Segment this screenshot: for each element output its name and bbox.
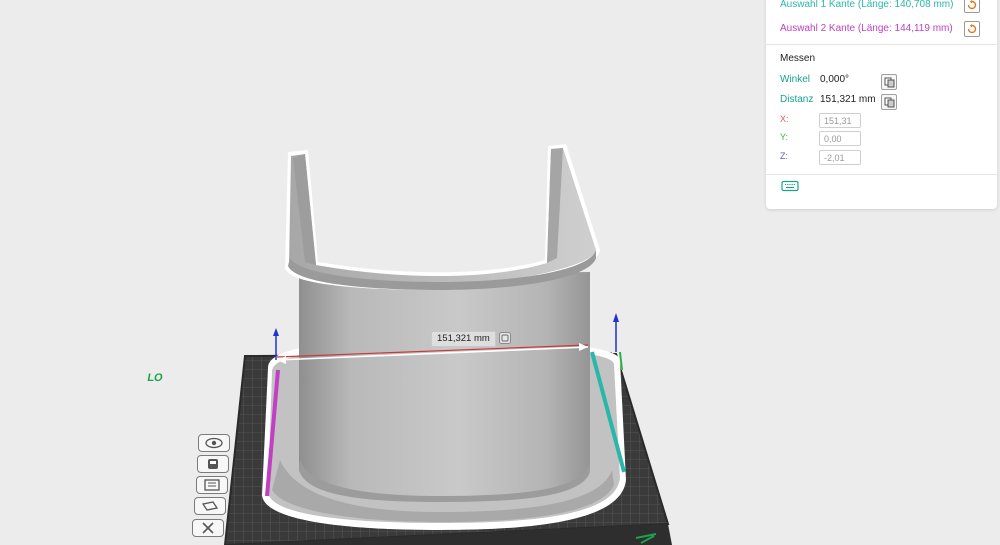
layers-button[interactable] [194,497,226,515]
plate-button[interactable] [196,476,228,494]
panel-divider-bottom [766,174,997,175]
layers-icon [201,501,219,511]
y-input[interactable] [819,131,861,146]
x-label: X: [780,114,789,124]
angle-value: 0,000° [820,74,850,85]
distance-label: Distanz [780,94,814,105]
x-input[interactable] [819,113,861,128]
selection-1-description: Kante (Länge: 140,708 mm) [828,0,954,10]
measure-panel: Auswahl 1 Kante (Länge: 140,708 mm) Ausw… [766,0,997,209]
plate-logo-text: LO [146,372,164,384]
measure-heading: Messen [780,53,816,64]
selection-2-row[interactable]: Auswahl 2 Kante (Länge: 144,119 mm) [780,21,953,37]
y-label: Y: [780,132,789,142]
reset-icon [967,0,977,10]
object-button[interactable] [197,455,229,473]
selection-1-row[interactable]: Auswahl 1 Kante (Länge: 140,708 mm) [780,0,953,13]
reset-selection-2-button[interactable] [964,21,980,37]
cube-icon [208,459,218,469]
selection-2-prefix: Auswahl 2 [780,23,827,34]
angle-label: Winkel [780,74,811,85]
copy-distance-button[interactable] [881,94,897,110]
reset-icon [967,24,977,34]
panel-divider [766,44,997,45]
selection-1-prefix: Auswahl 1 [780,0,827,10]
copy-icon [884,77,894,87]
selection-2-description: Kante (Länge: 144,119 mm) [828,23,953,34]
copy-angle-button[interactable] [881,74,897,90]
distance-dimension-label: 151,321 mm [431,331,496,347]
z-label: Z: [780,151,788,161]
keyboard-icon[interactable] [781,180,799,192]
close-icon [202,522,214,534]
reset-selection-1-button[interactable] [964,0,980,13]
copy-icon [884,97,894,107]
plate-stack-icon [204,479,220,491]
close-tool-button[interactable] [192,519,224,537]
distance-value: 151,321 mm [820,94,876,105]
z-input[interactable] [819,150,861,165]
eye-icon [205,437,223,449]
copy-icon[interactable] [499,332,511,344]
view-mode-button[interactable] [198,434,230,452]
